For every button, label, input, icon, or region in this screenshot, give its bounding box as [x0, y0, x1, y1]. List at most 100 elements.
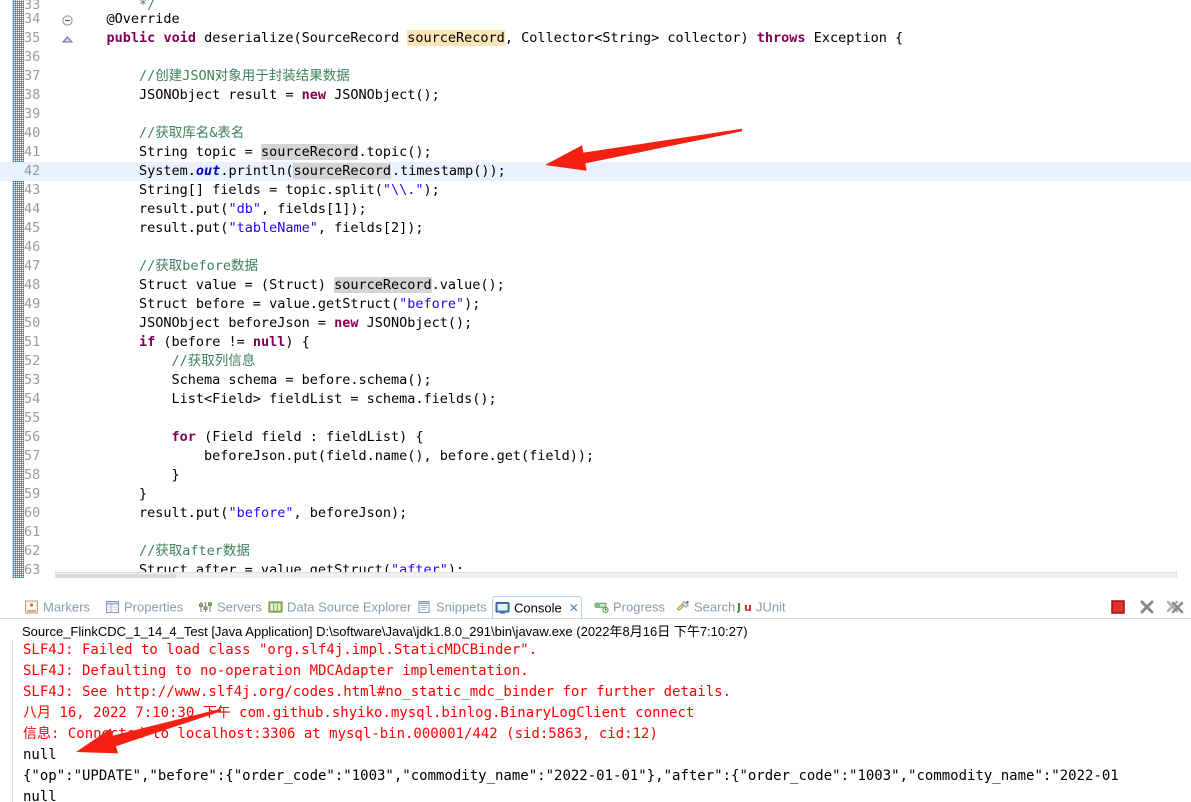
tab-servers[interactable]: Servers [196, 596, 264, 618]
line-number: 52 [24, 353, 41, 369]
code-line[interactable]: 57 beforeJson.put(field.name(), before.g… [0, 447, 1191, 466]
code-line[interactable]: 56 for (Field field : fieldList) { [0, 428, 1191, 447]
line-number: 48 [24, 277, 41, 293]
tab-snippets[interactable]: Snippets [415, 596, 489, 618]
code-line[interactable]: 51 if (before != null) { [0, 333, 1191, 352]
code-text[interactable]: //获取列信息 [74, 352, 256, 371]
tab-progress[interactable]: Progress [592, 596, 667, 618]
line-number: 40 [24, 125, 41, 141]
code-text[interactable]: beforeJson.put(field.name(), before.get(… [74, 447, 594, 466]
code-line[interactable]: 36 [0, 48, 1191, 67]
code-line[interactable]: 37 //创建JSON对象用于封装结果数据 [0, 67, 1191, 86]
tab-label: Snippets [436, 599, 487, 615]
tab-label: Search [694, 599, 736, 615]
code-text[interactable]: System.out.println(sourceRecord.timestam… [74, 162, 506, 181]
code-line[interactable]: 39 [0, 105, 1191, 124]
code-line[interactable]: 53 Schema schema = before.schema(); [0, 371, 1191, 390]
code-line[interactable]: 38 JSONObject result = new JSONObject(); [0, 86, 1191, 105]
code-text[interactable]: List<Field> fieldList = schema.fields(); [74, 390, 497, 409]
code-text[interactable]: Struct value = (Struct) sourceRecord.val… [74, 276, 505, 295]
code-line[interactable]: 59 } [0, 485, 1191, 504]
chevron-left-icon[interactable]: ‹ [64, 574, 78, 578]
code-text[interactable]: Schema schema = before.schema(); [74, 371, 432, 390]
line-number: 39 [24, 106, 41, 122]
line-number: 53 [24, 372, 41, 388]
code-text[interactable]: for (Field field : fieldList) { [74, 428, 424, 447]
line-number: 61 [24, 524, 41, 540]
code-line[interactable]: 41 String topic = sourceRecord.topic(); [0, 143, 1191, 162]
line-number: 56 [24, 429, 41, 445]
tab-close-icon[interactable]: ✕ [569, 601, 579, 615]
code-line[interactable]: 45 result.put("tableName", fields[2]); [0, 219, 1191, 238]
code-text[interactable]: //获取before数据 [74, 257, 258, 276]
code-line[interactable]: 47 //获取before数据 [0, 257, 1191, 276]
code-line[interactable]: 35 public void deserialize(SourceRecord … [0, 29, 1191, 48]
terminate-icon[interactable] [1108, 597, 1128, 617]
markers-icon [24, 599, 39, 614]
code-line[interactable]: 40 //获取库名&表名 [0, 124, 1191, 143]
console-output[interactable]: SLF4J: Failed to load class "org.slf4j.i… [12, 640, 1191, 802]
code-text[interactable]: result.put("tableName", fields[2]); [74, 219, 424, 238]
code-line[interactable]: 49 Struct before = value.getStruct("befo… [0, 295, 1191, 314]
code-text[interactable]: JSONObject result = new JSONObject(); [74, 86, 440, 105]
code-text[interactable]: result.put("before", beforeJson); [74, 504, 407, 523]
line-number: 38 [24, 87, 41, 103]
tab-data-source-explorer[interactable]: Data Source Explorer [266, 596, 413, 618]
line-number: 54 [24, 391, 41, 407]
code-text[interactable]: //创建JSON对象用于封装结果数据 [74, 67, 350, 86]
folding-collapse-icon[interactable] [62, 13, 73, 26]
code-text[interactable]: */ [74, 0, 155, 10]
code-line[interactable]: 48 Struct value = (Struct) sourceRecord.… [0, 276, 1191, 295]
code-line[interactable]: 42 System.out.println(sourceRecord.times… [0, 162, 1191, 181]
remove-all-terminated-icon[interactable] [1165, 597, 1185, 617]
line-number: 46 [24, 239, 41, 255]
code-text[interactable]: } [74, 466, 180, 485]
console-toolbar[interactable] [1104, 597, 1185, 617]
code-line[interactable]: 60 result.put("before", beforeJson); [0, 504, 1191, 523]
line-number: 49 [24, 296, 41, 312]
code-line[interactable]: 58 } [0, 466, 1191, 485]
code-text[interactable]: //获取库名&表名 [74, 124, 244, 143]
tab-search[interactable]: Search [673, 596, 737, 618]
editor-horizontal-scrollbar[interactable]: ‹ [56, 572, 1176, 578]
tab-console[interactable]: Console ✕ [492, 596, 582, 620]
line-number: 41 [24, 144, 41, 160]
code-line[interactable]: 61 [0, 523, 1191, 542]
code-editor[interactable]: 33 */34 @Override 35 public void deserial… [0, 0, 1191, 578]
code-line[interactable]: 52 //获取列信息 [0, 352, 1191, 371]
line-number: 50 [24, 315, 41, 331]
code-line[interactable]: 33 */ [0, 0, 1191, 10]
console-line: 信息: Connected to localhost:3306 at mysql… [23, 726, 658, 742]
code-line[interactable]: 50 JSONObject beforeJson = new JSONObjec… [0, 314, 1191, 333]
code-text[interactable]: //获取after数据 [74, 542, 250, 561]
code-line[interactable]: 54 List<Field> fieldList = schema.fields… [0, 390, 1191, 409]
console-icon [495, 600, 510, 614]
eclipse-ide-window: 33 */34 @Override 35 public void deserial… [0, 0, 1191, 802]
code-line[interactable]: 44 result.put("db", fields[1]); [0, 200, 1191, 219]
code-text[interactable]: Struct before = value.getStruct("before"… [74, 295, 480, 314]
code-line[interactable]: 43 String[] fields = topic.split("\\."); [0, 181, 1191, 200]
code-text[interactable]: result.put("db", fields[1]); [74, 200, 367, 219]
console-line: null [23, 747, 57, 763]
view-tab-bar[interactable]: Markers Properties Servers Data Source Expl… [0, 594, 1191, 620]
tab-label: JUnit [756, 599, 786, 615]
tab-junit[interactable]: Ju JUnit [735, 596, 788, 618]
code-text[interactable]: public void deserialize(SourceRecord sou… [74, 29, 903, 48]
tab-label: Progress [613, 599, 666, 615]
tab-properties[interactable]: Properties [103, 596, 185, 618]
remove-launch-icon[interactable] [1137, 597, 1157, 617]
code-text[interactable]: String[] fields = topic.split("\\."); [74, 181, 440, 200]
code-text[interactable]: if (before != null) { [74, 333, 310, 352]
bottom-panel: Markers Properties Servers Data Source Expl… [0, 594, 1191, 802]
code-text[interactable]: @Override [74, 10, 180, 29]
tab-markers[interactable]: Markers [22, 596, 92, 618]
code-text[interactable]: JSONObject beforeJson = new JSONObject()… [74, 314, 472, 333]
code-text[interactable]: } [74, 485, 147, 504]
code-line[interactable]: 46 [0, 238, 1191, 257]
code-line[interactable]: 55 [0, 409, 1191, 428]
code-line[interactable]: 34 @Override [0, 10, 1191, 29]
code-line[interactable]: 62 //获取after数据 [0, 542, 1191, 561]
tab-bar-underline [0, 618, 1191, 619]
code-text[interactable]: String topic = sourceRecord.topic(); [74, 143, 432, 162]
code-lines-container[interactable]: 33 */34 @Override 35 public void deserial… [0, 0, 1191, 578]
